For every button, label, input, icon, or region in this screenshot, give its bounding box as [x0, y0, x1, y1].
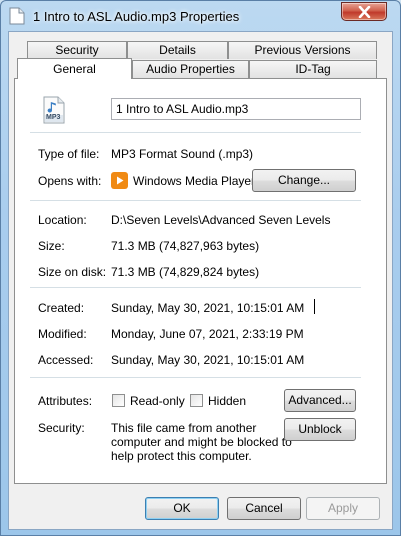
tab-audio-properties[interactable]: Audio Properties [132, 60, 249, 78]
mp3-file-icon: MP3 [43, 96, 65, 124]
security-text-line-3: help protect this computer. [111, 449, 252, 463]
size-on-disk-label: Size on disk: [38, 265, 107, 279]
apply-button[interactable]: Apply [306, 497, 380, 520]
cancel-button-label: Cancel [245, 501, 283, 515]
location-label: Location: [38, 213, 87, 227]
divider [30, 377, 361, 378]
tab-general[interactable]: General [17, 58, 132, 79]
attributes-label: Attributes: [38, 394, 93, 408]
type-of-file-label: Type of file: [38, 147, 100, 161]
accessed-value: Sunday, May 30, 2021, 10:15:01 AM [111, 353, 305, 367]
opens-with-value: Windows Media Player [133, 174, 256, 188]
size-on-disk-value: 71.3 MB (74,829,824 bytes) [111, 265, 260, 279]
size-value: 71.3 MB (74,827,963 bytes) [111, 239, 260, 253]
file-type-label: MP3 [46, 114, 61, 121]
file-name-input[interactable]: 1 Intro to ASL Audio.mp3 [111, 98, 361, 120]
close-icon [358, 6, 371, 18]
title-bar[interactable]: 1 Intro to ASL Audio.mp3 Properties [1, 1, 400, 31]
tab-label: General [53, 62, 96, 76]
unblock-button[interactable]: Unblock [284, 418, 356, 441]
tab-security[interactable]: Security [27, 41, 127, 59]
location-value: D:\Seven Levels\Advanced Seven Levels [111, 213, 331, 227]
created-label: Created: [38, 301, 85, 315]
advanced-button[interactable]: Advanced... [284, 389, 356, 412]
general-tab-panel: MP3 1 Intro to ASL Audio.mp3 Type of fil… [14, 78, 387, 484]
security-text-line-2: computer and might be blocked to [111, 435, 292, 449]
type-of-file-value: MP3 Format Sound (.mp3) [111, 147, 254, 161]
close-button[interactable] [341, 2, 387, 21]
divider [30, 287, 361, 288]
tab-label: Security [55, 43, 99, 57]
unblock-button-label: Unblock [298, 422, 342, 436]
tab-label: Previous Versions [254, 43, 351, 57]
hidden-checkbox[interactable] [190, 394, 203, 407]
tab-details[interactable]: Details [127, 41, 228, 59]
read-only-checkbox[interactable] [112, 394, 125, 407]
security-text-line-1: This file came from another [111, 421, 257, 435]
opens-with-label: Opens with: [38, 174, 102, 188]
document-icon [9, 7, 25, 25]
advanced-button-label: Advanced... [288, 393, 352, 407]
text-cursor [314, 299, 315, 314]
change-button[interactable]: Change... [252, 169, 356, 192]
window-title: 1 Intro to ASL Audio.mp3 Properties [33, 9, 240, 24]
security-label: Security: [38, 421, 85, 435]
tab-label: Details [159, 43, 196, 57]
tab-previous-versions[interactable]: Previous Versions [228, 41, 377, 59]
divider [30, 132, 361, 133]
apply-button-label: Apply [327, 501, 359, 515]
cancel-button[interactable]: Cancel [227, 497, 301, 520]
ok-button-label: OK [173, 501, 191, 515]
tab-id-tag[interactable]: ID-Tag [249, 60, 377, 78]
dialog-client: Security Details Previous Versions Gener… [8, 31, 393, 530]
windows-media-player-icon [111, 172, 128, 189]
modified-label: Modified: [38, 327, 87, 341]
tab-label: ID-Tag [295, 62, 331, 76]
divider [30, 200, 361, 201]
modified-value: Monday, June 07, 2021, 2:33:19 PM [111, 327, 304, 341]
change-button-label: Change... [277, 173, 331, 187]
accessed-label: Accessed: [38, 353, 94, 367]
properties-window: 1 Intro to ASL Audio.mp3 Properties Secu… [0, 0, 401, 536]
hidden-label[interactable]: Hidden [208, 394, 246, 408]
size-label: Size: [38, 239, 65, 253]
ok-button[interactable]: OK [145, 497, 219, 520]
tab-label: Audio Properties [146, 62, 235, 76]
read-only-label[interactable]: Read-only [130, 394, 185, 408]
created-value: Sunday, May 30, 2021, 10:15:01 AM [111, 301, 305, 315]
